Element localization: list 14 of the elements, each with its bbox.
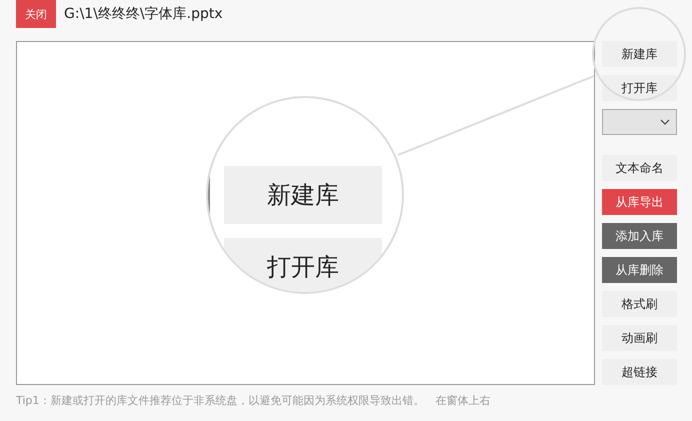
side-button[interactable]: 打开库 [602, 75, 677, 101]
side-button[interactable]: 从库删除 [602, 257, 677, 283]
side-button[interactable]: 动画刷 [602, 325, 677, 351]
file-path: G:\1\终终终\字体库.pptx [64, 5, 223, 23]
caret-icon [660, 119, 670, 125]
side-button[interactable]: 超链接 [602, 359, 677, 385]
close-button[interactable]: 关闭 [16, 0, 56, 28]
side-button[interactable]: 从库导出 [602, 189, 677, 215]
dropdown[interactable] [602, 109, 677, 135]
side-button[interactable]: 新建库 [602, 41, 677, 67]
side-button[interactable]: 添加入库 [602, 223, 677, 249]
side-button[interactable]: 格式刷 [602, 291, 677, 317]
tip-text: Tip1：新建或打开的库文件推荐位于非系统盘，以避免可能因为系统权限导致出错。 在窗体上右 [15, 393, 492, 408]
side-button[interactable]: 文本命名 [602, 155, 677, 181]
